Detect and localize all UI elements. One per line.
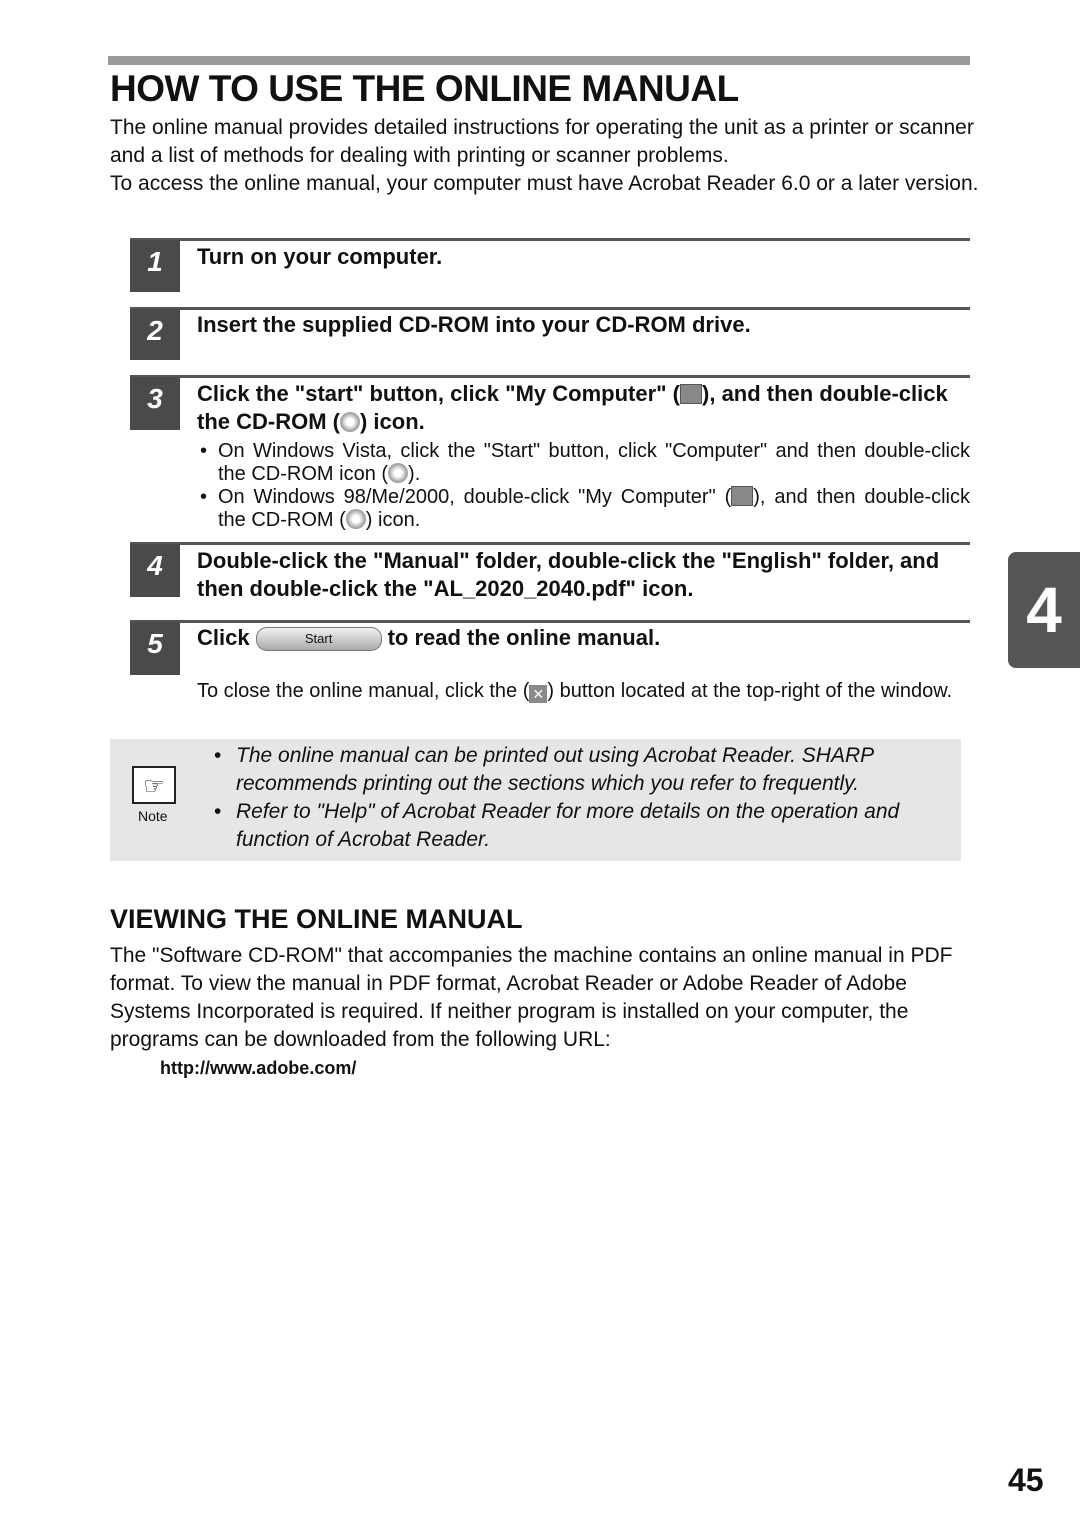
step-divider	[130, 620, 970, 623]
step-divider	[130, 542, 970, 545]
step-text-part: Click the "start" button, click "My Comp…	[197, 381, 681, 406]
close-icon: ✕	[529, 685, 548, 703]
cd-rom-98-icon	[345, 509, 366, 529]
note-item: Refer to "Help" of Acrobat Reader for mo…	[214, 798, 956, 854]
step-divider	[130, 307, 970, 310]
step-text-part: ) icon.	[359, 409, 425, 434]
bullet-item: On Windows Vista, click the "Start" butt…	[200, 440, 970, 486]
step-text: Double-click the "Manual" folder, double…	[197, 548, 940, 601]
page-title: HOW TO USE THE ONLINE MANUAL	[110, 68, 739, 109]
cd-rom-icon	[339, 412, 360, 432]
note-item: The online manual can be printed out usi…	[214, 742, 956, 798]
step-text-part: Click	[197, 625, 250, 650]
note-label: Note	[138, 808, 168, 824]
step-text: Click the "start" button, click "My Comp…	[197, 380, 967, 436]
chapter-tab: 4	[1008, 552, 1080, 668]
step-divider	[130, 375, 970, 378]
note-list: The online manual can be printed out usi…	[214, 742, 956, 854]
step-number: 4	[130, 544, 180, 597]
header-rule	[108, 56, 970, 65]
step-number: 3	[130, 377, 180, 430]
step-text-part: to read the online manual.	[387, 625, 661, 650]
cd-rom-vista-icon	[388, 463, 409, 483]
step-number: 1	[130, 240, 180, 292]
step-text: Click Start to read the online manual.	[197, 624, 967, 652]
step-text: Insert the supplied CD-ROM into your CD-…	[197, 312, 751, 337]
step-3-bullets: On Windows Vista, click the "Start" butt…	[200, 440, 970, 532]
my-computer-icon	[680, 384, 703, 404]
adobe-url[interactable]: http://www.adobe.com/	[160, 1058, 356, 1079]
bullet-item: On Windows 98/Me/2000, double-click "My …	[200, 486, 970, 532]
intro: The online manual provides detailed inst…	[110, 114, 980, 198]
step-number: 5	[130, 622, 180, 675]
close-instruction: To close the online manual, click the (✕…	[197, 680, 953, 703]
step-text: Turn on your computer.	[197, 244, 443, 269]
pointing-hand-icon: ☞	[132, 766, 176, 804]
step-divider	[130, 238, 970, 241]
section-paragraph: The "Software CD-ROM" that accompanies t…	[110, 944, 953, 1051]
intro-paragraph: The online manual provides detailed inst…	[110, 116, 974, 167]
step-number: 2	[130, 309, 180, 360]
my-computer-98-icon	[731, 486, 754, 506]
section-title: VIEWING THE ONLINE MANUAL	[110, 904, 523, 934]
intro-paragraph: To access the online manual, your comput…	[110, 172, 979, 195]
page-number: 45	[1008, 1462, 1044, 1498]
start-button-image: Start	[255, 627, 382, 651]
